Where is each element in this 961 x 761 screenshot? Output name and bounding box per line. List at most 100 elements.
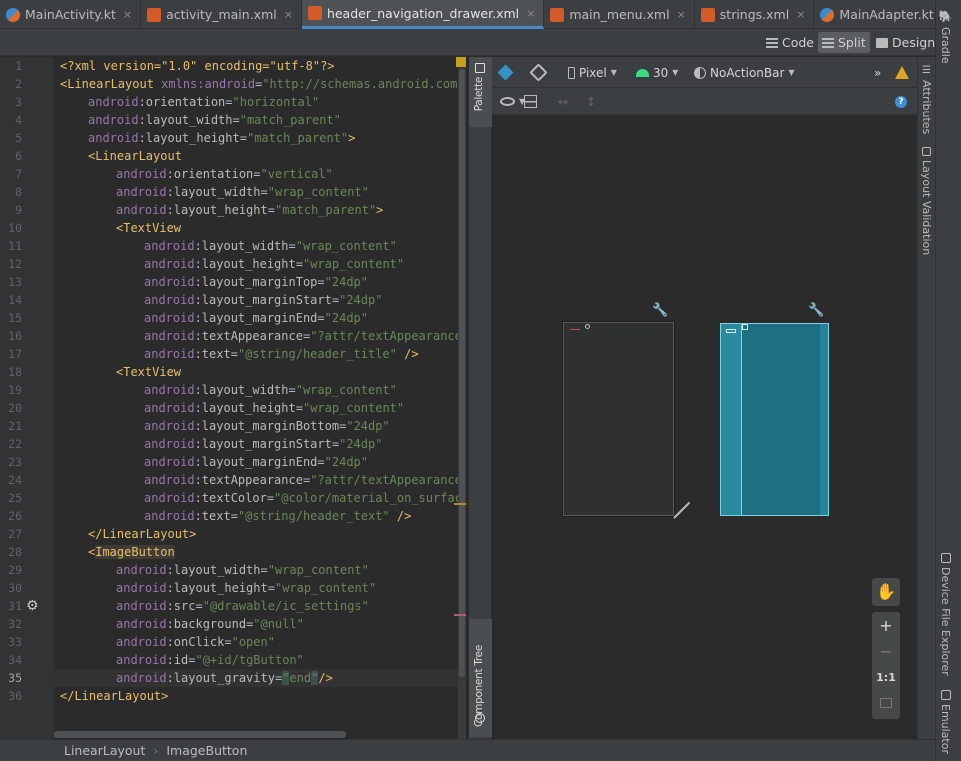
design-canvas[interactable]: 🔧 🔧 ✋ + − 1:1: [492, 115, 917, 739]
editor-scrollbar-thumb[interactable]: [459, 69, 465, 677]
tab-label: main_menu.xml: [569, 7, 670, 22]
phone-icon: [568, 66, 575, 79]
design-preview[interactable]: [720, 323, 829, 516]
tab-header-navigation-drawer-xml[interactable]: header_navigation_drawer.xml ×: [301, 0, 545, 29]
device-dropdown[interactable]: Pixel ▼: [568, 63, 617, 82]
help-button[interactable]: ?: [895, 92, 907, 111]
textview-preview[interactable]: [726, 329, 736, 333]
line-number: 10: [8, 221, 22, 235]
vertical-resize-button[interactable]: ↕: [586, 92, 596, 111]
code-line: android:layout_marginStart="24dp": [144, 437, 383, 451]
zoom-in-button[interactable]: +: [872, 612, 900, 638]
design-toolbar-secondary: ▼ ↔ ↕ ?: [492, 88, 917, 115]
namespace: android: [144, 401, 195, 415]
namespace: xmlns:android: [161, 77, 256, 91]
editor-horizontal-scrollbar[interactable]: [54, 731, 346, 738]
warning-marker-icon[interactable]: [456, 57, 466, 67]
gear-icon[interactable]: ⚙: [26, 598, 39, 614]
zoom-to-fit-button[interactable]: [872, 690, 900, 716]
close-icon[interactable]: ×: [526, 7, 535, 20]
more-actions-button[interactable]: »: [874, 63, 881, 82]
namespace: android: [144, 455, 195, 469]
attr-value: "wrap_content": [295, 383, 397, 397]
code-line: <ImageButton: [88, 545, 175, 559]
warning-button[interactable]: [895, 63, 909, 82]
device-file-explorer-tool-button[interactable]: Device File Explorer: [939, 553, 952, 676]
zoom-out-button[interactable]: −: [872, 638, 900, 664]
line-number: 34: [8, 653, 22, 667]
orientation-toggle[interactable]: [529, 63, 548, 82]
horizontal-resize-button[interactable]: ↔: [558, 92, 568, 111]
pan-button[interactable]: ✋: [872, 578, 900, 606]
attributes-tool-button[interactable]: ☰ Attributes: [920, 65, 933, 134]
view-options-button[interactable]: ▼: [500, 92, 525, 111]
close-icon[interactable]: ×: [284, 8, 293, 21]
attr-name: :orientation: [138, 95, 226, 109]
resize-handle[interactable]: [673, 501, 691, 519]
close-icon[interactable]: ×: [677, 8, 686, 21]
code-line: </LinearLayout>: [60, 689, 168, 703]
close-icon[interactable]: ×: [123, 8, 132, 21]
api-level-dropdown[interactable]: 30 ▼: [636, 63, 678, 82]
error-stripe[interactable]: [454, 614, 466, 616]
close-icon[interactable]: ×: [796, 8, 805, 21]
code-line-current: android:layout_gravity="end"/>: [116, 671, 333, 685]
blueprint-preview[interactable]: [562, 321, 675, 517]
line-number: 16: [8, 329, 22, 343]
palette-tab[interactable]: Palette: [469, 57, 492, 127]
blueprint-button[interactable]: [524, 92, 537, 111]
code-line: android:text="@string/header_title" />: [144, 347, 419, 361]
tab-label: activity_main.xml: [166, 7, 277, 22]
attr-value: "@null": [253, 617, 304, 631]
zoom-controls: + − 1:1: [872, 612, 900, 719]
namespace: android: [144, 239, 195, 253]
editor-tab-bar: MainActivity.kt × activity_main.xml × he…: [0, 0, 960, 29]
view-mode-bar: Code Split Design: [0, 29, 935, 56]
warning-stripe[interactable]: [454, 503, 466, 505]
tab-label: MainAdapter.kt: [839, 7, 934, 22]
split-view-button[interactable]: Split: [818, 32, 870, 53]
tab-mainactivity-kt[interactable]: MainActivity.kt ×: [0, 0, 142, 29]
right-tool-window-strip: 🐘 Gradle Device File Explorer Emulator: [935, 0, 961, 761]
wrench-icon[interactable]: 🔧: [652, 303, 668, 318]
code-line: android:onClick="open": [116, 635, 275, 649]
xml-file-icon: [700, 7, 715, 22]
namespace: android: [144, 311, 195, 325]
image-button-preview[interactable]: [742, 324, 748, 330]
gradle-tool-button[interactable]: 🐘 Gradle: [939, 10, 952, 64]
attr-name: :layout_height: [138, 131, 240, 145]
code-line: android:id="@+id/tgButton": [116, 653, 304, 667]
code-view-button[interactable]: Code: [762, 32, 818, 53]
code-line: android:layout_height="wrap_content": [144, 401, 405, 415]
wrench-icon[interactable]: 🔧: [808, 303, 824, 318]
attr-value: "@+id/tgButton": [195, 653, 304, 667]
code-line: </LinearLayout>: [88, 527, 196, 541]
line-number: 13: [8, 275, 22, 289]
code-line: <TextView: [116, 365, 181, 379]
zoom-actual-size-button[interactable]: 1:1: [872, 664, 900, 690]
theme-icon: [694, 66, 706, 79]
breadcrumb-item-linearlayout[interactable]: LinearLayout: [64, 743, 145, 758]
code-line: android:textColor="@color/material_on_su…: [144, 491, 466, 505]
line-number: 3: [15, 95, 22, 109]
theme-dropdown[interactable]: NoActionBar ▼: [694, 63, 795, 82]
tab-activity-main-xml[interactable]: activity_main.xml ×: [141, 0, 302, 29]
component-tree-tab[interactable]: Component Tree: [469, 619, 492, 737]
line-number: 11: [8, 239, 22, 253]
design-view-button[interactable]: Design: [872, 32, 939, 53]
chevron-down-icon: ▼: [672, 68, 679, 77]
xml-code-editor[interactable]: ⚙ 1 2 3 4 5 6 7 8 9 10 11 12 13 14 15 16…: [0, 57, 466, 739]
code-line: android:src="@drawable/ic_settings": [116, 599, 369, 613]
design-surface-toggle[interactable]: [497, 63, 514, 82]
inner-linear-layout[interactable]: [721, 324, 742, 515]
attr-name: :layout_marginStart: [194, 437, 332, 451]
tab-strings-xml[interactable]: strings.xml ×: [695, 0, 815, 29]
layout-validation-tool-button[interactable]: Layout Validation: [920, 147, 933, 255]
emulator-tool-button[interactable]: Emulator: [939, 690, 952, 754]
tag-close: </LinearLayout>: [60, 689, 169, 703]
tab-main-menu-xml[interactable]: main_menu.xml ×: [544, 0, 695, 29]
code-line: android:layout_width="wrap_content": [116, 185, 369, 199]
attr-value: "match_parent": [246, 131, 349, 145]
breadcrumb-item-imagebutton[interactable]: ImageButton: [166, 743, 247, 758]
namespace: android: [144, 383, 195, 397]
